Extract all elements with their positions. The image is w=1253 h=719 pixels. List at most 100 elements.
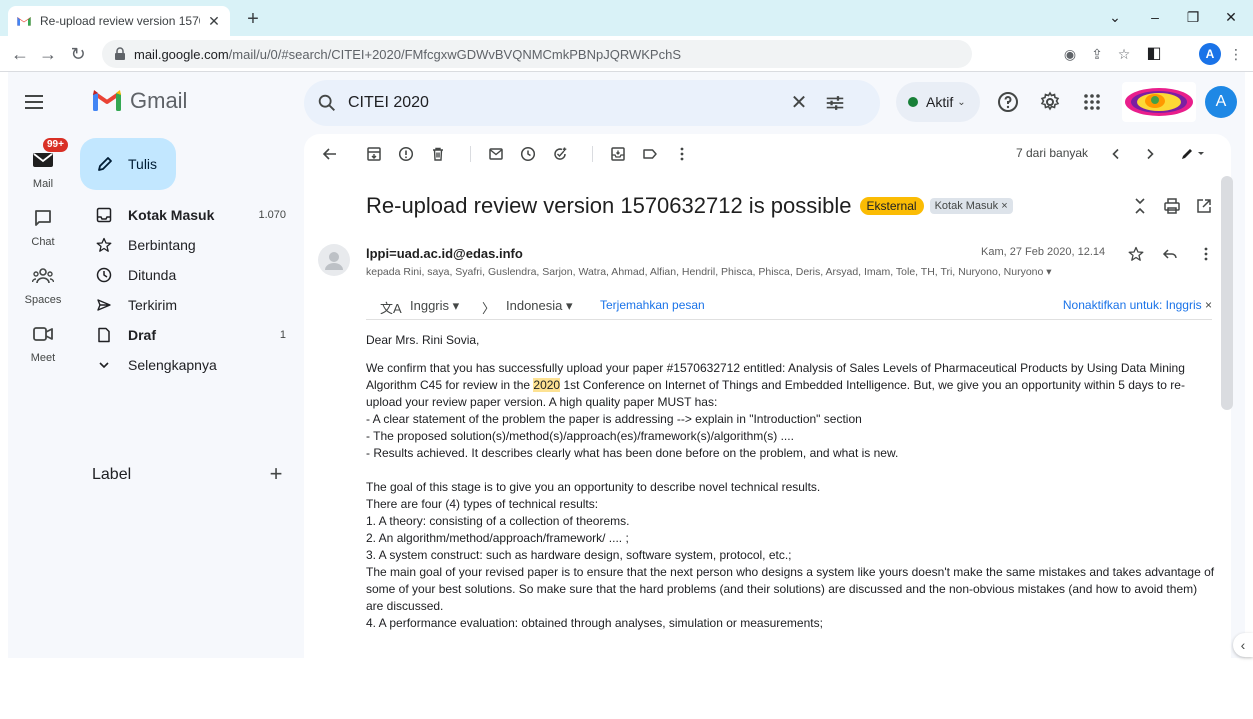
mail-icon xyxy=(33,153,53,167)
search-icon[interactable] xyxy=(316,92,338,114)
nav-item-drafts[interactable]: Draf 1 xyxy=(78,320,290,350)
status-label: Aktif xyxy=(926,94,954,110)
open-in-new-window-icon[interactable] xyxy=(1194,196,1214,216)
back-to-list-icon[interactable] xyxy=(320,144,340,164)
forward-button[interactable]: → xyxy=(36,42,60,66)
tab-search-icon[interactable]: ⌄ xyxy=(1100,6,1130,28)
inbox-label-chip[interactable]: Kotak Masuk × xyxy=(929,198,1013,214)
source-language-select[interactable]: Inggris ▾ xyxy=(410,298,459,314)
email-list-item: - Results achieved. It describes clearly… xyxy=(366,446,899,460)
message-more-icon[interactable] xyxy=(1196,244,1216,264)
browser-tab[interactable]: Re-upload review version 157063 ✕ xyxy=(8,6,230,36)
report-spam-icon[interactable] xyxy=(396,144,416,164)
remove-label-icon[interactable]: × xyxy=(1001,200,1007,212)
older-chevron-right-icon[interactable] xyxy=(1140,144,1160,164)
compose-button[interactable]: Tulis xyxy=(80,138,176,190)
nav-item-snoozed[interactable]: Ditunda xyxy=(78,260,290,290)
browser-chrome: Re-upload review version 157063 ✕ + ⌄ – … xyxy=(0,0,1253,72)
move-to-icon[interactable] xyxy=(608,144,628,164)
star-message-icon[interactable] xyxy=(1126,244,1146,264)
clear-search-icon[interactable]: ✕ xyxy=(788,92,810,114)
email-list-item: 2. An algorithm/method/approach/framewor… xyxy=(366,531,629,545)
page-count: 7 dari banyak xyxy=(1016,146,1089,160)
restore-button[interactable]: ❐ xyxy=(1178,6,1208,28)
tab-strip: Re-upload review version 157063 ✕ + ⌄ – … xyxy=(0,0,1253,36)
input-tools-pen-icon[interactable] xyxy=(1178,144,1208,164)
meet-icon xyxy=(33,327,53,341)
status-selector[interactable]: Aktif ⌄ xyxy=(896,82,980,122)
reply-icon[interactable] xyxy=(1160,244,1180,264)
nav-item-count: 1.070 xyxy=(258,209,286,221)
nav-item-label: Terkirim xyxy=(128,297,177,313)
search-options-icon[interactable] xyxy=(824,92,846,114)
address-bar[interactable]: mail.google.com/mail/u/0/#search/CITEI+2… xyxy=(102,40,972,68)
tab-close-icon[interactable]: ✕ xyxy=(206,13,222,29)
more-options-icon[interactable] xyxy=(672,144,692,164)
account-avatar[interactable]: A xyxy=(1205,86,1237,118)
nav-item-starred[interactable]: Berbintang xyxy=(78,230,290,260)
recipients-list[interactable]: kepada Rini, saya, Syafri, Guslendra, Sa… xyxy=(366,266,1052,278)
sidebar-icon[interactable]: ◧ xyxy=(1144,44,1164,64)
rail-item-meet[interactable]: Meet xyxy=(8,312,78,370)
new-tab-button[interactable]: + xyxy=(242,8,264,30)
newer-chevron-left-icon[interactable] xyxy=(1106,144,1126,164)
app-name: Gmail xyxy=(130,88,188,113)
eye-icon[interactable]: ◉ xyxy=(1060,44,1080,64)
sender-email[interactable]: lppi=uad.ac.id@edas.info xyxy=(366,246,523,261)
close-window-button[interactable]: ✕ xyxy=(1216,6,1246,28)
print-icon[interactable] xyxy=(1162,196,1182,216)
nav-item-count: 1 xyxy=(279,329,286,341)
mark-unread-icon[interactable] xyxy=(486,144,506,164)
add-label-button[interactable]: + xyxy=(264,462,288,486)
rail-item-spaces[interactable]: Spaces xyxy=(8,254,78,312)
rail-item-chat[interactable]: Chat xyxy=(8,196,78,254)
lock-icon xyxy=(115,47,125,60)
target-language-select[interactable]: Indonesia ▾ xyxy=(506,298,573,314)
rail-item-mail[interactable]: 99+ Mail xyxy=(8,138,78,196)
nav-item-label: Berbintang xyxy=(128,237,196,253)
settings-gear-icon[interactable] xyxy=(1038,90,1062,114)
rail-label: Spaces xyxy=(24,294,62,306)
gmail-m-icon xyxy=(92,90,122,111)
nav-item-sent[interactable]: Terkirim xyxy=(78,290,290,320)
rail-label: Chat xyxy=(31,236,55,248)
minimize-button[interactable]: – xyxy=(1140,6,1170,28)
disable-translation-link[interactable]: Nonaktifkan untuk: Inggris × xyxy=(1063,298,1212,312)
browser-menu-icon[interactable]: ⋮ xyxy=(1226,44,1246,64)
sender-avatar[interactable] xyxy=(318,244,350,276)
send-icon xyxy=(94,295,114,315)
rail-meet-icon-wrap xyxy=(27,318,59,350)
browser-profile-avatar[interactable]: A xyxy=(1199,43,1221,65)
gmail-logo[interactable]: Gmail xyxy=(92,88,187,114)
reload-button[interactable]: ↻ xyxy=(66,42,90,66)
navigation-panel: Tulis Kotak Masuk 1.070 Berbintang Ditun… xyxy=(78,134,300,658)
apps-grid-icon[interactable] xyxy=(1080,90,1104,114)
bookmark-star-icon[interactable]: ☆ xyxy=(1114,44,1134,64)
search-input[interactable] xyxy=(348,94,768,112)
nav-item-label: Selengkapnya xyxy=(128,357,217,373)
snooze-clock-icon[interactable] xyxy=(518,144,538,164)
nav-item-inbox[interactable]: Kotak Masuk 1.070 xyxy=(78,200,290,230)
delete-icon[interactable] xyxy=(428,144,448,164)
nav-item-more[interactable]: Selengkapnya xyxy=(78,350,290,380)
side-panel-toggle-icon[interactable]: ‹ xyxy=(1233,633,1253,657)
nav-item-label: Draf xyxy=(128,327,157,343)
hamburger-menu-icon[interactable] xyxy=(22,90,46,114)
email-paragraph: The main goal of your revised paper is t… xyxy=(366,565,1215,613)
gmail-favicon-icon xyxy=(17,17,31,26)
share-icon[interactable]: ⇪ xyxy=(1087,44,1107,64)
close-icon[interactable]: × xyxy=(1205,298,1212,312)
chevron-down-icon xyxy=(94,355,114,375)
organization-logo-icon[interactable] xyxy=(1122,82,1196,122)
translate-message-link[interactable]: Terjemahkan pesan xyxy=(600,298,705,312)
expand-all-icon[interactable] xyxy=(1130,196,1150,216)
search-bar: ✕ xyxy=(304,80,880,126)
email-scrollbar[interactable] xyxy=(1221,176,1233,410)
label-tag-icon[interactable] xyxy=(640,144,660,164)
archive-icon[interactable] xyxy=(364,144,384,164)
rail-chat-icon-wrap xyxy=(27,202,59,234)
chevron-right-icon: 〉 xyxy=(482,301,496,316)
back-button[interactable]: ← xyxy=(8,42,32,66)
add-to-tasks-icon[interactable] xyxy=(550,144,570,164)
help-icon[interactable] xyxy=(996,90,1020,114)
